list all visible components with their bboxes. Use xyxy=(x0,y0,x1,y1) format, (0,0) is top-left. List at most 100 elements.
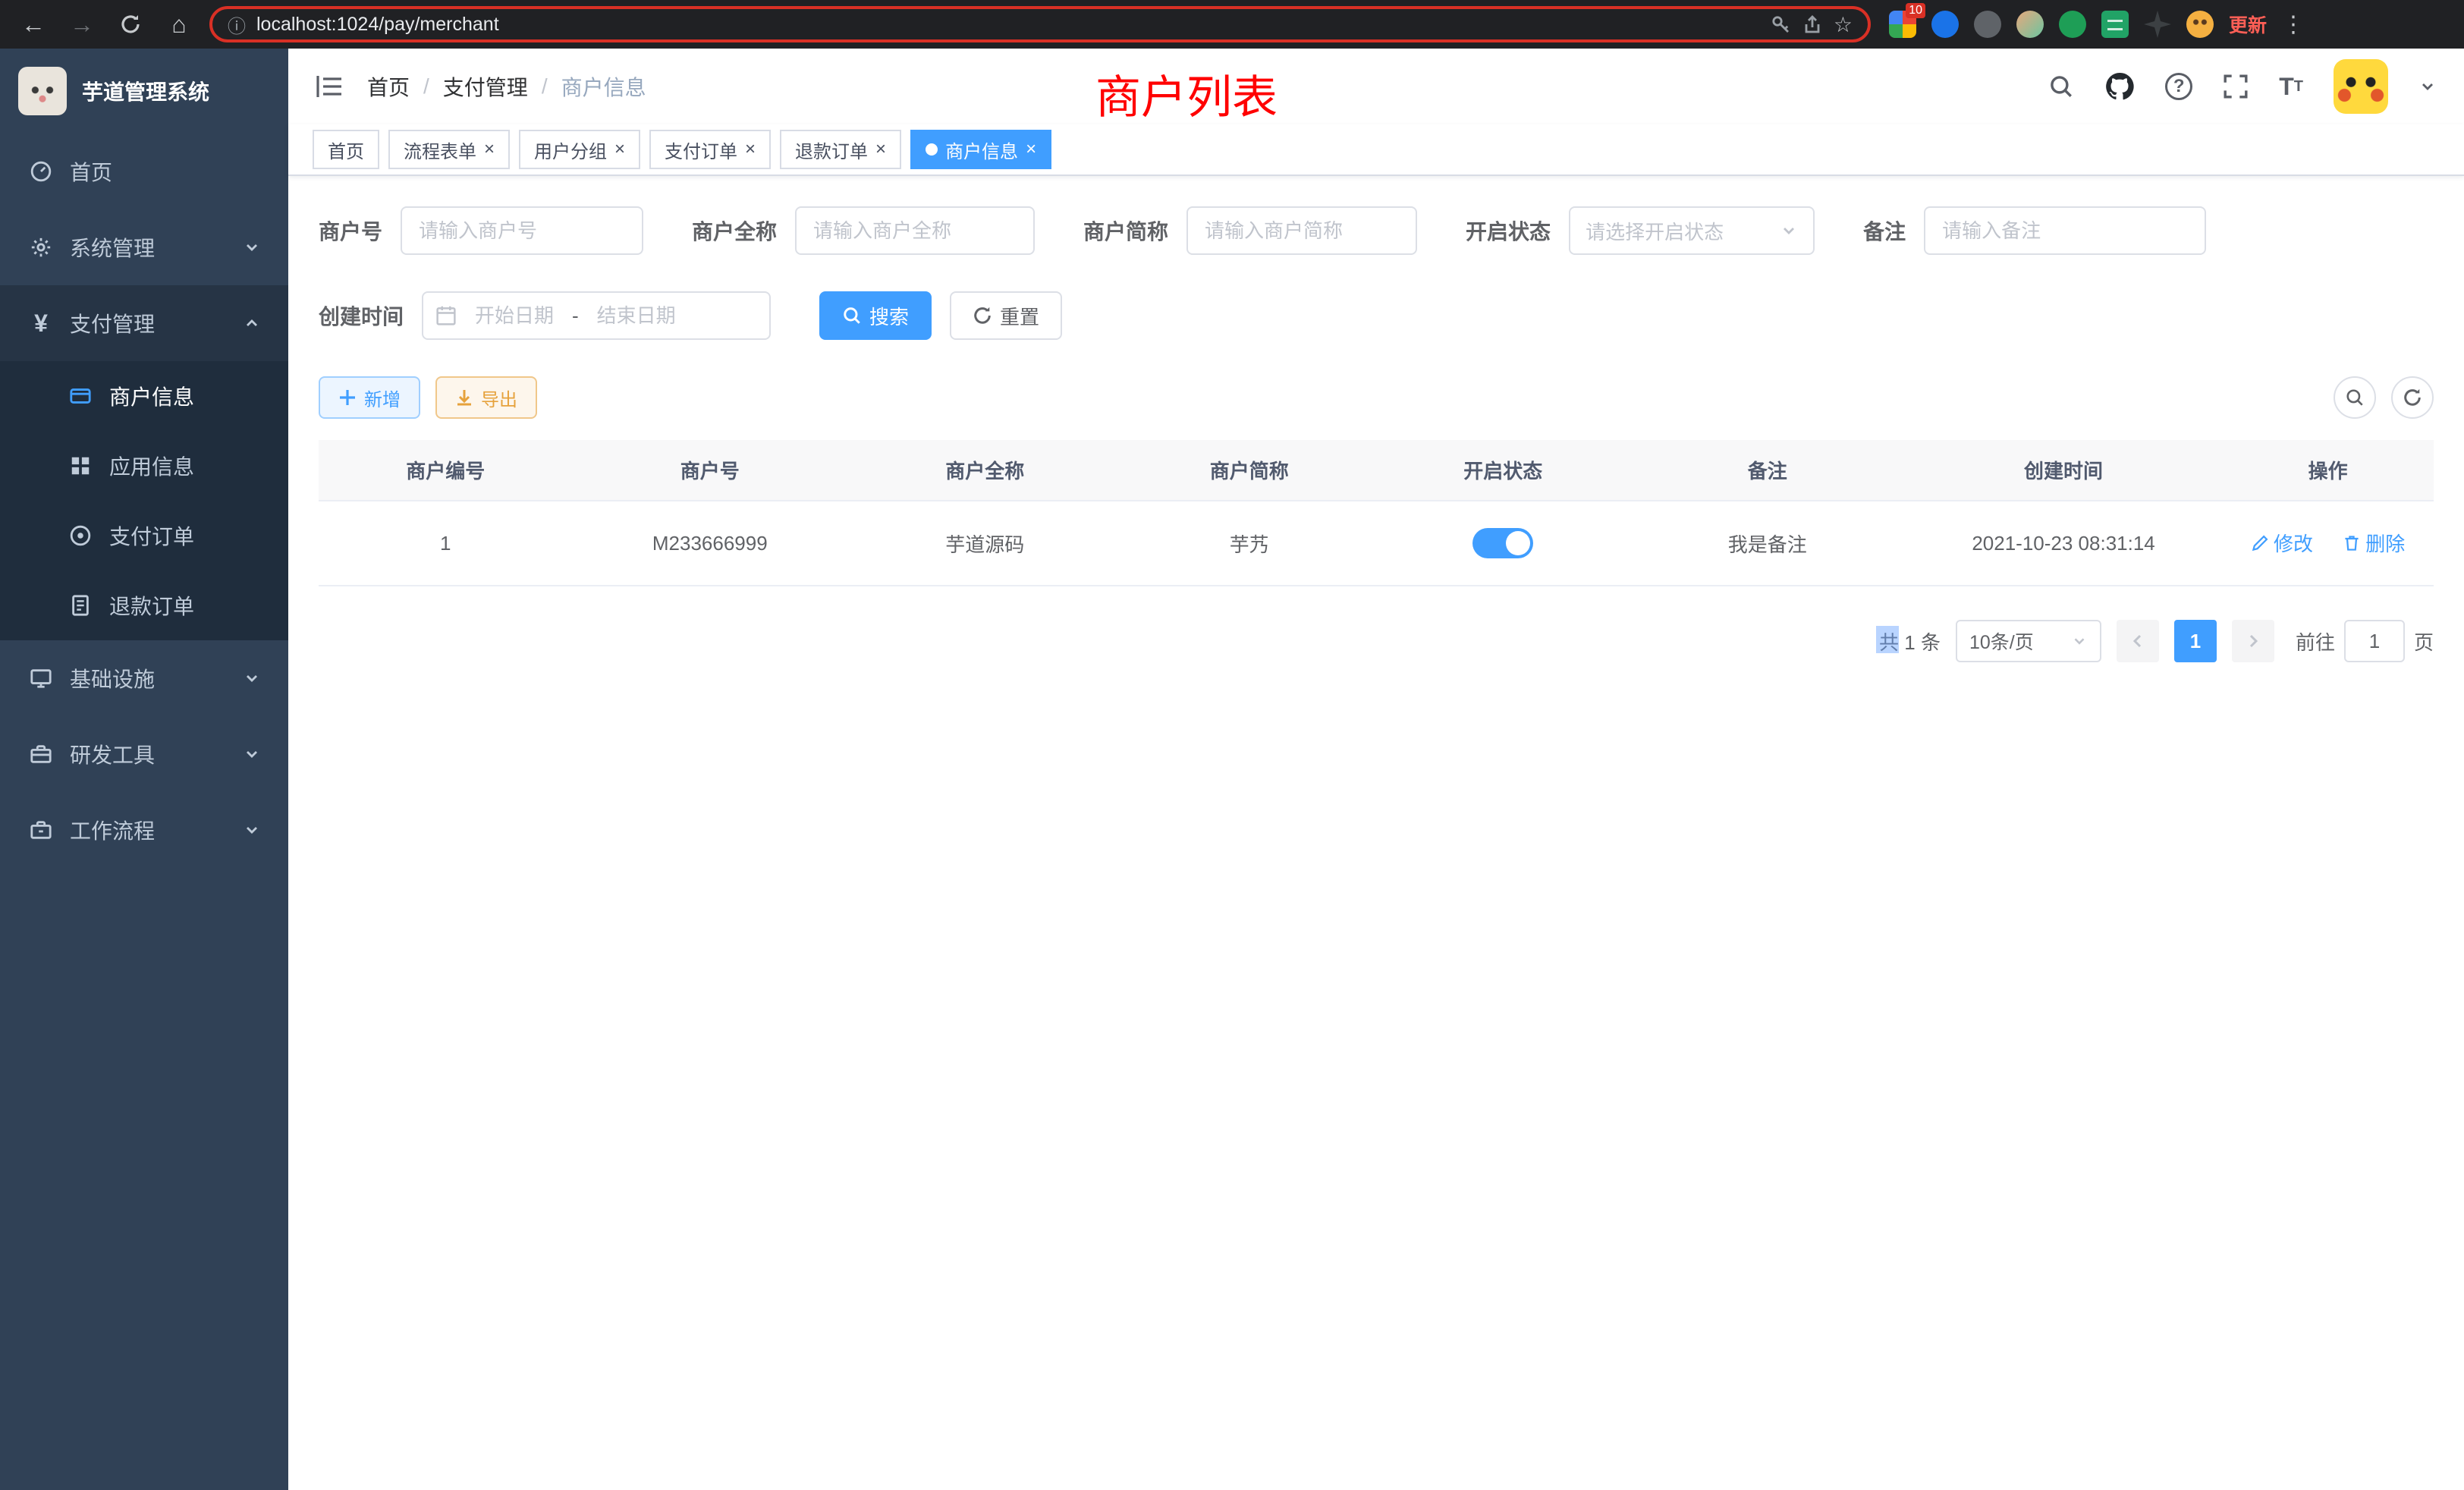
sidebar-item-home[interactable]: 首页 xyxy=(0,134,288,209)
merchant-no-input[interactable] xyxy=(401,206,643,255)
tab-pay-order[interactable]: 支付订单 × xyxy=(649,130,771,169)
extension-icon[interactable] xyxy=(2144,11,2171,38)
cell-short-name: 芋艿 xyxy=(1122,501,1376,586)
collapse-sidebar-icon[interactable] xyxy=(316,74,343,99)
filter-full-name: 商户全称 xyxy=(692,206,1035,255)
update-extension-button[interactable]: 更新 xyxy=(2229,11,2267,38)
search-button[interactable]: 搜索 xyxy=(819,291,932,340)
next-page-button[interactable] xyxy=(2232,620,2274,662)
calendar-icon xyxy=(435,305,457,326)
sidebar-item-app-info[interactable]: 应用信息 xyxy=(0,431,288,501)
tab-process-form[interactable]: 流程表单 × xyxy=(388,130,510,169)
user-menu-caret-icon[interactable] xyxy=(2418,77,2437,96)
extension-icon[interactable] xyxy=(2016,11,2044,38)
remark-input[interactable] xyxy=(1924,206,2206,255)
full-name-input[interactable] xyxy=(795,206,1035,255)
short-name-input[interactable] xyxy=(1186,206,1417,255)
sidebar-item-pay-order[interactable]: 支付订单 xyxy=(0,501,288,571)
close-icon[interactable]: × xyxy=(1026,140,1036,159)
search-icon[interactable] xyxy=(2048,74,2074,99)
sidebar-item-label: 退款订单 xyxy=(109,590,194,621)
extension-icon[interactable]: 10 xyxy=(1889,11,1916,38)
bookmark-star-icon[interactable]: ☆ xyxy=(1834,12,1853,37)
sidebar-item-workflow[interactable]: 工作流程 xyxy=(0,792,288,868)
tab-merchant-info[interactable]: 商户信息 × xyxy=(910,130,1051,169)
export-button[interactable]: 导出 xyxy=(435,376,537,419)
chevron-down-icon xyxy=(243,745,261,763)
sidebar-item-merchant-info[interactable]: 商户信息 xyxy=(0,361,288,431)
end-date-input[interactable] xyxy=(588,304,685,328)
extension-icon[interactable] xyxy=(2101,11,2129,38)
close-icon[interactable]: × xyxy=(484,140,495,159)
document-icon xyxy=(67,594,94,617)
edit-link[interactable]: 修改 xyxy=(2251,529,2313,557)
sidebar-item-refund-order[interactable]: 退款订单 xyxy=(0,571,288,640)
date-separator: - xyxy=(572,304,579,328)
start-date-input[interactable] xyxy=(466,304,563,328)
extension-icon[interactable] xyxy=(2059,11,2086,38)
forward-button[interactable]: → xyxy=(64,6,100,42)
status-toggle[interactable] xyxy=(1472,528,1533,558)
home-button[interactable]: ⌂ xyxy=(161,6,197,42)
url-bar[interactable]: ⓘ localhost:1024/pay/merchant ☆ xyxy=(209,6,1871,42)
back-button[interactable]: ← xyxy=(15,6,52,42)
yen-icon: ¥ xyxy=(27,310,55,338)
refresh-table-button[interactable] xyxy=(2391,376,2434,419)
table-header-row: 商户编号 商户号 商户全称 商户简称 开启状态 备注 创建时间 操作 xyxy=(319,440,2434,501)
user-avatar[interactable] xyxy=(2334,59,2388,114)
delete-link[interactable]: 删除 xyxy=(2343,529,2405,557)
sidebar-item-payment[interactable]: ¥ 支付管理 xyxy=(0,285,288,361)
help-icon[interactable]: ? xyxy=(2165,73,2192,100)
sidebar: 芋道管理系统 首页 系统管理 ¥ 支付管理 xyxy=(0,49,288,1490)
grid-icon xyxy=(67,454,94,477)
tab-user-group[interactable]: 用户分组 × xyxy=(519,130,640,169)
close-icon[interactable]: × xyxy=(614,140,625,159)
close-icon[interactable]: × xyxy=(745,140,756,159)
sidebar-item-label: 基础设施 xyxy=(70,663,155,693)
cell-actions: 修改 删除 xyxy=(2222,501,2434,586)
sidebar-item-label: 商户信息 xyxy=(109,381,194,411)
page-number-button[interactable]: 1 xyxy=(2174,620,2217,662)
trash-icon xyxy=(2343,534,2361,552)
toggle-search-button[interactable] xyxy=(2334,376,2376,419)
breadcrumb-payment[interactable]: 支付管理 xyxy=(443,71,528,102)
sidebar-item-devtools[interactable]: 研发工具 xyxy=(0,716,288,792)
edit-link-label: 修改 xyxy=(2274,529,2313,557)
page-size-select[interactable]: 10条/页 xyxy=(1956,620,2101,662)
breadcrumb-home[interactable]: 首页 xyxy=(367,71,410,102)
browser-menu-icon[interactable]: ⋮ xyxy=(2282,11,2306,38)
extension-badge: 10 xyxy=(1906,3,1925,18)
extension-icon[interactable] xyxy=(1974,11,2001,38)
status-select[interactable]: 请选择开启状态 xyxy=(1569,206,1815,255)
app-logo[interactable]: 芋道管理系统 xyxy=(0,49,288,134)
filter-row-1: 商户号 商户全称 商户简称 开启状态 请选择开启状态 xyxy=(319,206,2434,255)
download-icon xyxy=(455,388,473,407)
date-range-picker[interactable]: - xyxy=(422,291,771,340)
breadcrumb: 首页 / 支付管理 / 商户信息 xyxy=(367,71,646,102)
fullscreen-icon[interactable] xyxy=(2223,74,2249,99)
key-icon[interactable] xyxy=(1770,14,1791,35)
goto-suffix-label: 页 xyxy=(2414,627,2434,655)
tab-home[interactable]: 首页 xyxy=(313,130,379,169)
cell-full-name: 芋道源码 xyxy=(847,501,1122,586)
extension-icon[interactable] xyxy=(1931,11,1959,38)
cell-remark: 我是备注 xyxy=(1630,501,1905,586)
chevron-down-icon xyxy=(243,238,261,256)
toggle-knob xyxy=(1506,531,1530,555)
close-icon[interactable]: × xyxy=(875,140,886,159)
font-size-icon[interactable]: TT xyxy=(2279,73,2303,101)
info-icon[interactable]: ⓘ xyxy=(228,11,246,38)
chevron-left-icon xyxy=(2129,632,2147,650)
pagination: 共 1 条 10条/页 1 前往 页 xyxy=(319,620,2434,662)
extension-icon[interactable] xyxy=(2186,11,2214,38)
prev-page-button[interactable] xyxy=(2117,620,2159,662)
sidebar-item-infra[interactable]: 基础设施 xyxy=(0,640,288,716)
tab-refund-order[interactable]: 退款订单 × xyxy=(780,130,901,169)
share-icon[interactable] xyxy=(1802,14,1823,35)
github-icon[interactable] xyxy=(2104,71,2135,102)
add-button[interactable]: 新增 xyxy=(319,376,420,419)
sidebar-item-system[interactable]: 系统管理 xyxy=(0,209,288,285)
goto-page-input[interactable] xyxy=(2344,620,2405,662)
reload-button[interactable] xyxy=(112,6,149,42)
reset-button[interactable]: 重置 xyxy=(950,291,1062,340)
